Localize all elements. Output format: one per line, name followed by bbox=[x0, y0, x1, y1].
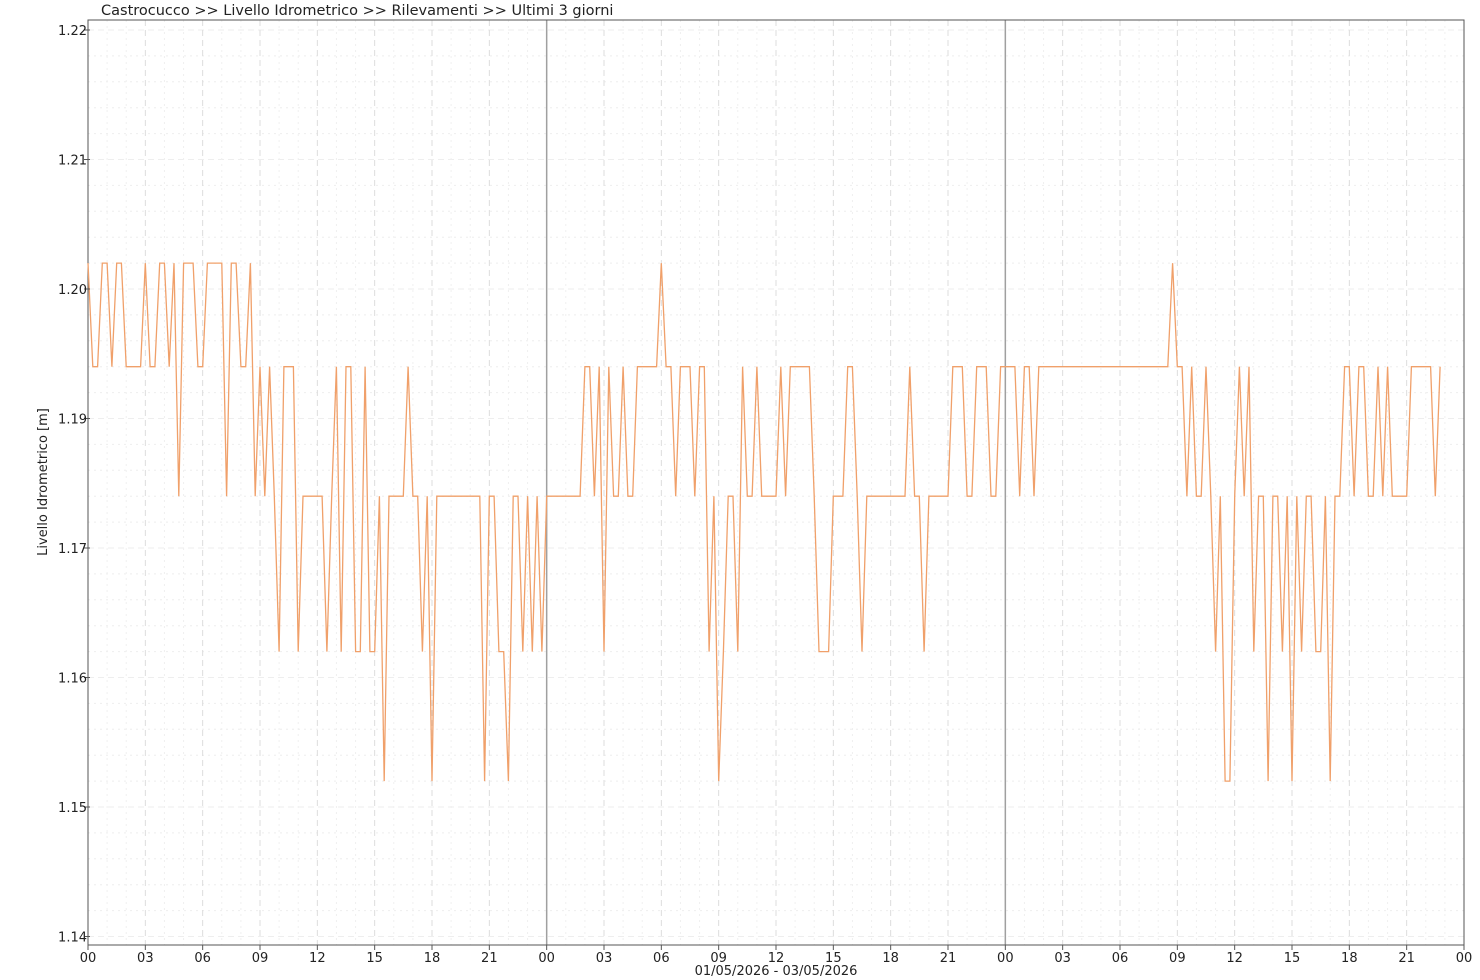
x-tick-label: 06 bbox=[1112, 951, 1129, 966]
x-tick-label: 00 bbox=[538, 951, 555, 966]
x-tick-label: 12 bbox=[1226, 951, 1243, 966]
y-tick-label: 1.14 bbox=[58, 931, 87, 946]
y-tick-label: 1.22 bbox=[58, 24, 87, 39]
y-tick-label: 1.17 bbox=[58, 542, 87, 557]
x-tick-label: 00 bbox=[997, 951, 1014, 966]
x-tick-label: 18 bbox=[1341, 951, 1358, 966]
x-tick-label: 06 bbox=[653, 951, 670, 966]
x-tick-label: 18 bbox=[882, 951, 899, 966]
x-tick-label: 09 bbox=[1169, 951, 1186, 966]
y-tick-label: 1.19 bbox=[58, 413, 87, 428]
x-axis-label: 01/05/2026 - 03/05/2026 bbox=[695, 964, 858, 979]
y-tick-label: 1.20 bbox=[58, 283, 87, 298]
y-axis-label: Livello Idrometrico [m] bbox=[36, 408, 51, 556]
x-tick-label: 15 bbox=[366, 951, 383, 966]
line-chart: Castrocucco >> Livello Idrometrico >> Ri… bbox=[0, 0, 1480, 980]
x-tick-label: 21 bbox=[481, 951, 498, 966]
x-tick-label: 21 bbox=[940, 951, 957, 966]
chart-title: Castrocucco >> Livello Idrometrico >> Ri… bbox=[101, 3, 613, 19]
x-tick-label: 03 bbox=[1054, 951, 1071, 966]
x-tick-label: 03 bbox=[596, 951, 613, 966]
x-tick-label: 03 bbox=[137, 951, 154, 966]
y-tick-label: 1.15 bbox=[58, 801, 87, 816]
y-tick-label: 1.16 bbox=[58, 672, 87, 687]
x-tick-label: 09 bbox=[252, 951, 269, 966]
x-tick-label: 15 bbox=[1284, 951, 1301, 966]
x-tick-label: 00 bbox=[1456, 951, 1473, 966]
x-tick-label: 12 bbox=[309, 951, 326, 966]
x-tick-label: 00 bbox=[80, 951, 97, 966]
y-tick-label: 1.21 bbox=[58, 154, 87, 169]
x-tick-label: 21 bbox=[1398, 951, 1415, 966]
x-tick-label: 18 bbox=[424, 951, 441, 966]
x-tick-label: 06 bbox=[194, 951, 211, 966]
